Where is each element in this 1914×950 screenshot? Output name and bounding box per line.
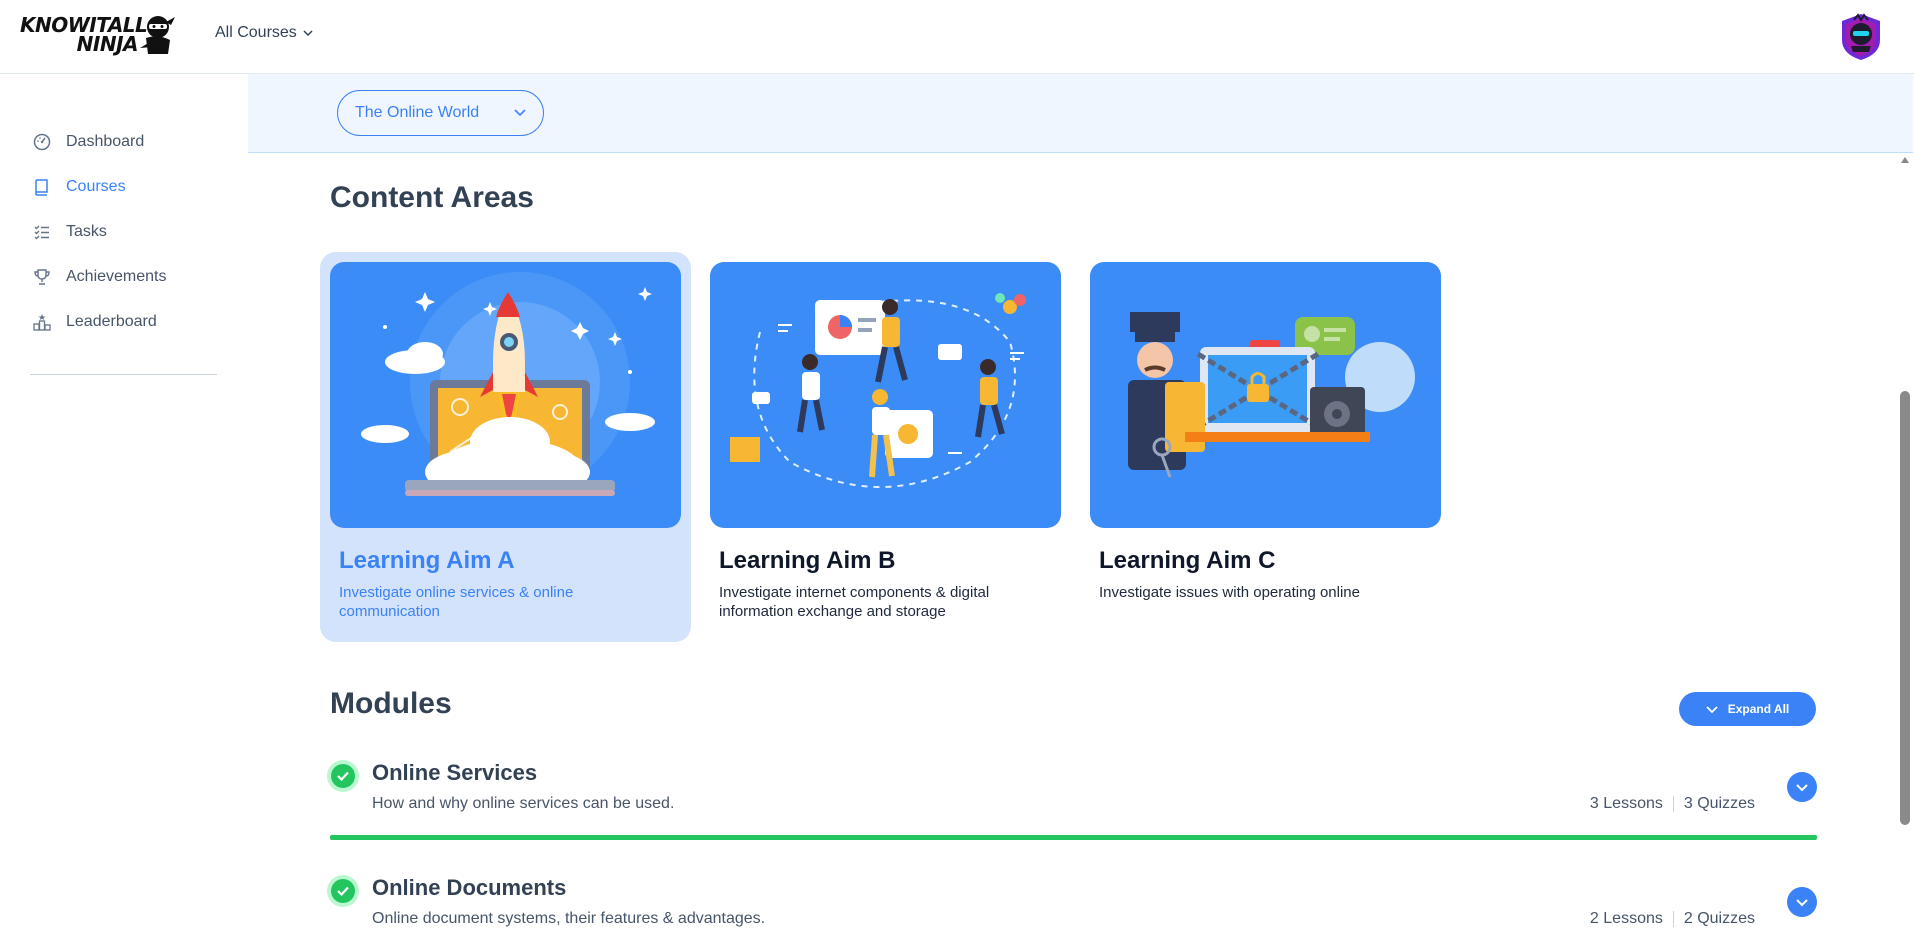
sidebar-item-label: Courses [66,178,126,195]
sidebar-item-label: Dashboard [66,133,145,150]
module-title: Online Documents [372,875,567,900]
module-expand-toggle[interactable] [1787,887,1817,917]
sidebar-item-label: Tasks [66,223,107,240]
tasks-icon [34,225,49,240]
sidebar-item-courses[interactable]: Courses [32,177,126,197]
content-area-card-a[interactable]: Learning Aim A Investigate online servic… [320,252,691,642]
card-title: Learning Aim A [339,547,515,574]
scrollbar[interactable] [1896,153,1914,950]
lesson-count: 3 Lessons [1589,795,1663,812]
completed-check-icon [327,760,359,792]
all-courses-dropdown[interactable]: All Courses [215,24,313,42]
content-areas-heading: Content Areas [330,181,534,214]
trophy-icon [34,269,50,285]
rocket-launch-illustration [330,262,681,528]
sidebar-divider [30,374,217,375]
sidebar-item-achievements[interactable]: Achievements [32,267,167,287]
course-select[interactable]: The Online World [337,90,544,136]
sidebar-item-label: Achievements [66,268,167,285]
logo[interactable]: KNOWITALL NINJA [20,14,176,60]
ninja-logo-icon [140,16,175,54]
sidebar-item-tasks[interactable]: Tasks [32,222,107,242]
online-security-illustration [1090,262,1441,528]
course-subheader: The Online World [248,74,1913,153]
scrollbar-thumb[interactable] [1900,391,1910,825]
main-content: Content Areas Learning Aim A Investigate… [248,153,1893,950]
card-description: Investigate internet components & digita… [719,584,990,620]
all-courses-label: All Courses [215,24,297,41]
chevron-down-icon [303,30,313,37]
lesson-count: 2 Lessons [1589,910,1663,927]
chevron-down-icon [1796,899,1808,907]
quiz-count: 3 Quizzes [1683,795,1755,812]
card-description: Investigate issues with operating online [1099,584,1360,601]
chevron-down-icon [1796,784,1808,792]
module-progress-bar [330,835,1817,840]
card-title: Learning Aim C [1099,547,1276,574]
meta-divider [1672,911,1674,927]
course-select-value: The Online World [355,104,480,121]
sidebar: Dashboard Courses Tasks Achievements Lea… [0,74,248,950]
logo-text: KNOWITALL NINJA [20,13,148,56]
book-icon [35,179,48,196]
sidebar-item-leaderboard[interactable]: Leaderboard [32,312,157,332]
dashboard-icon [33,133,51,151]
module-description: How and why online services can be used. [372,795,675,812]
module-title: Online Services [372,760,538,785]
quiz-count: 2 Quizzes [1683,910,1755,927]
module-row[interactable]: Online Documents Online document systems… [327,875,1817,935]
module-expand-toggle[interactable] [1787,772,1817,802]
module-meta: 2 Lessons 2 Quizzes [1590,910,1755,928]
chevron-down-icon [514,109,526,117]
module-description: Online document systems, their features … [372,910,766,927]
content-area-card-c[interactable]: Learning Aim C Investigate issues with o… [1080,252,1451,642]
modules-heading: Modules [330,687,452,720]
scroll-up-arrow-icon[interactable] [1901,157,1909,163]
card-title: Learning Aim B [719,547,896,574]
digital-exchange-illustration [710,262,1061,528]
expand-all-button[interactable]: Expand All [1679,692,1816,726]
chevron-down-icon [1706,706,1718,714]
completed-check-icon [327,875,359,907]
leaderboard-icon [33,314,51,331]
card-description: Investigate online services & online com… [339,584,574,620]
sidebar-item-dashboard[interactable]: Dashboard [32,132,144,152]
content-area-card-b[interactable]: Learning Aim B Investigate internet comp… [700,252,1071,642]
meta-divider [1672,796,1674,812]
sidebar-item-label: Leaderboard [66,313,157,330]
top-bar: KNOWITALL NINJA All Courses [0,0,1914,74]
module-row[interactable]: Online Services How and why online servi… [327,760,1817,820]
avatar[interactable] [1836,12,1886,62]
module-meta: 3 Lessons 3 Quizzes [1590,795,1755,813]
expand-all-label: Expand All [1727,702,1790,716]
